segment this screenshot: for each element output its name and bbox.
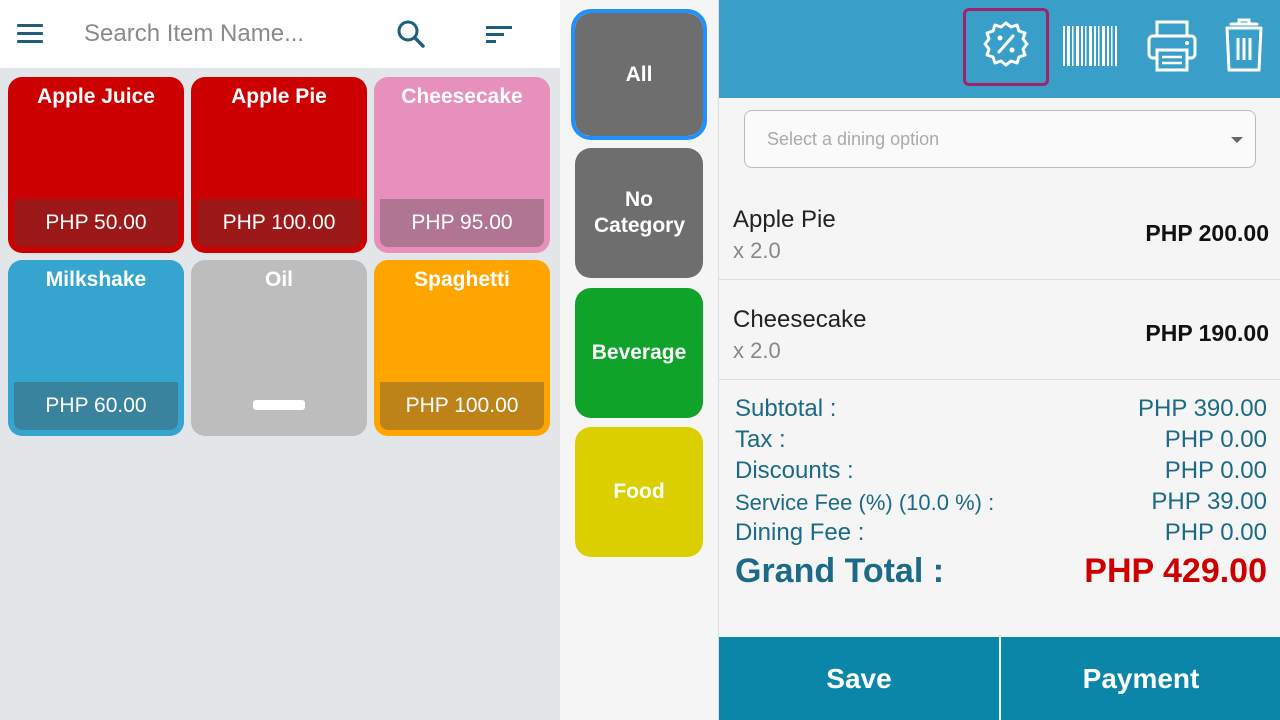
discounts-label: Discounts : xyxy=(735,457,854,484)
category-beverage[interactable]: Beverage xyxy=(575,288,703,418)
search-icon[interactable] xyxy=(392,16,432,54)
order-item-price: PHP 200.00 xyxy=(1145,220,1269,246)
item-tile-spaghetti[interactable]: Spaghetti PHP 100.00 xyxy=(374,260,550,436)
subtotal-label: Subtotal : xyxy=(735,395,837,422)
grand-total-row: Grand Total : PHP 429.00 xyxy=(735,552,1267,594)
grand-total-label: Grand Total : xyxy=(735,552,945,590)
discount-icon[interactable] xyxy=(963,8,1049,86)
save-button[interactable]: Save xyxy=(719,637,999,720)
subtotal-row: Subtotal : PHP 390.00 xyxy=(735,395,1267,425)
order-toolbar xyxy=(719,0,1280,98)
tax-label: Tax : xyxy=(735,426,786,453)
dining-fee-label: Dining Fee : xyxy=(735,519,865,546)
discounts-value: PHP 0.00 xyxy=(1164,457,1267,484)
order-item-row[interactable]: Cheesecake x 2.0 PHP 190.00 xyxy=(719,280,1280,380)
dining-option-placeholder: Select a dining option xyxy=(767,129,940,149)
category-list: All No Category Beverage Food xyxy=(560,0,718,720)
discounts-row: Discounts : PHP 0.00 xyxy=(735,457,1267,487)
category-label: Food xyxy=(613,480,665,503)
category-no-category[interactable]: No Category xyxy=(575,148,703,278)
search-input[interactable] xyxy=(84,14,374,54)
item-name: Apple Juice xyxy=(37,85,155,108)
category-all[interactable]: All xyxy=(571,9,707,140)
service-fee-label: Service Fee (%) (10.0 %) : xyxy=(735,490,995,515)
item-price: PHP 100.00 xyxy=(380,382,544,430)
item-price: PHP 100.00 xyxy=(197,199,361,247)
dining-option-select[interactable]: Select a dining option xyxy=(744,110,1256,168)
order-item-qty: x 2.0 xyxy=(733,238,781,263)
payment-button[interactable]: Payment xyxy=(1001,637,1280,720)
order-item-name: Cheesecake xyxy=(733,306,867,333)
item-name: Oil xyxy=(264,268,293,291)
trash-icon[interactable] xyxy=(1213,14,1275,76)
search-bar xyxy=(0,0,560,68)
item-price: PHP 95.00 xyxy=(380,199,544,247)
item-price: PHP 50.00 xyxy=(14,199,178,247)
item-tile-apple-pie[interactable]: Apple Pie PHP 100.00 xyxy=(191,77,367,253)
category-label: No Category xyxy=(594,188,686,237)
dining-fee-row: Dining Fee : PHP 0.00 xyxy=(735,519,1267,549)
order-item-qty: x 2.0 xyxy=(733,338,781,363)
dining-fee-value: PHP 0.00 xyxy=(1164,519,1267,546)
item-name: Apple Pie xyxy=(231,85,327,108)
category-label: All xyxy=(625,62,653,86)
barcode-icon[interactable] xyxy=(1059,14,1121,76)
item-tile-oil[interactable]: Oil xyxy=(191,260,367,436)
category-label: Beverage xyxy=(591,341,687,364)
order-panel: Select a dining option Apple Pie x 2.0 P… xyxy=(718,0,1280,720)
item-name: Milkshake xyxy=(45,268,147,291)
sort-icon[interactable] xyxy=(482,20,518,50)
item-tile-apple-juice[interactable]: Apple Juice PHP 50.00 xyxy=(8,77,184,253)
tax-value: PHP 0.00 xyxy=(1164,426,1267,453)
item-panel: Apple Juice PHP 50.00 Apple Pie PHP 100.… xyxy=(0,0,560,720)
item-tile-milkshake[interactable]: Milkshake PHP 60.00 xyxy=(8,260,184,436)
item-name: Spaghetti xyxy=(414,268,510,291)
tax-row: Tax : PHP 0.00 xyxy=(735,426,1267,456)
order-item-row[interactable]: Apple Pie x 2.0 PHP 200.00 xyxy=(719,180,1280,280)
grand-total-value: PHP 429.00 xyxy=(1084,552,1267,590)
menu-icon[interactable] xyxy=(14,20,46,48)
category-food[interactable]: Food xyxy=(575,427,703,557)
order-item-name: Apple Pie xyxy=(733,206,836,233)
item-name: Cheesecake xyxy=(401,85,523,108)
print-icon[interactable] xyxy=(1141,14,1203,76)
subtotal-value: PHP 390.00 xyxy=(1138,395,1267,422)
service-fee-value: PHP 39.00 xyxy=(1151,488,1267,515)
service-fee-row: Service Fee (%) (10.0 %) : PHP 39.00 xyxy=(735,488,1267,518)
chevron-down-icon xyxy=(1231,137,1243,143)
item-price: PHP 60.00 xyxy=(14,382,178,430)
order-item-price: PHP 190.00 xyxy=(1145,320,1269,346)
price-placeholder-bar xyxy=(253,400,305,410)
item-tile-cheesecake[interactable]: Cheesecake PHP 95.00 xyxy=(374,77,550,253)
